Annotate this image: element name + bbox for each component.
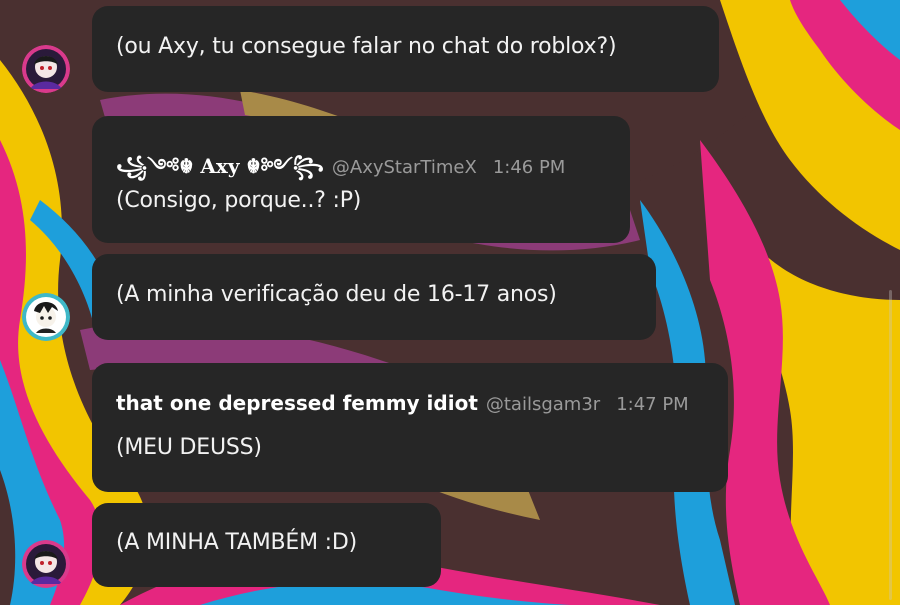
author-handle[interactable]: @AxyStarTimeX bbox=[332, 157, 477, 178]
message-text: (A minha verificação deu de 16-17 anos) bbox=[116, 282, 557, 307]
message-bubble[interactable]: ꧁༺☬ Axy ☬༻꧂ @AxyStarTimeX 1:46 PM (Consi… bbox=[92, 116, 630, 243]
message-text: (A MINHA TAMBÉM :D) bbox=[116, 530, 358, 555]
message-text: (MEU DEUSS) bbox=[116, 435, 262, 460]
message-bubble[interactable]: that one depressed femmy idiot @tailsgam… bbox=[92, 363, 728, 492]
user-avatar-icon[interactable] bbox=[22, 540, 70, 588]
author-handle[interactable]: @tailsgam3r bbox=[486, 394, 600, 415]
user-avatar-icon[interactable] bbox=[22, 293, 70, 341]
message-bubble[interactable]: (A MINHA TAMBÉM :D) bbox=[92, 503, 441, 587]
message-timestamp: 1:46 PM bbox=[492, 157, 566, 178]
message-header: that one depressed femmy idiot @tailsgam… bbox=[116, 391, 689, 415]
message-bubble[interactable]: (A minha verificação deu de 16-17 anos) bbox=[92, 254, 656, 340]
message-bubble[interactable]: (ou Axy, tu consegue falar no chat do ro… bbox=[92, 6, 719, 92]
scrollbar[interactable] bbox=[889, 290, 892, 600]
message-text: (ou Axy, tu consegue falar no chat do ro… bbox=[116, 34, 617, 59]
message-timestamp: 1:47 PM bbox=[616, 394, 689, 415]
message-text: (Consigo, porque..? :P) bbox=[116, 188, 362, 213]
user-avatar-icon[interactable] bbox=[22, 45, 70, 93]
author-name[interactable]: that one depressed femmy idiot bbox=[116, 391, 478, 415]
